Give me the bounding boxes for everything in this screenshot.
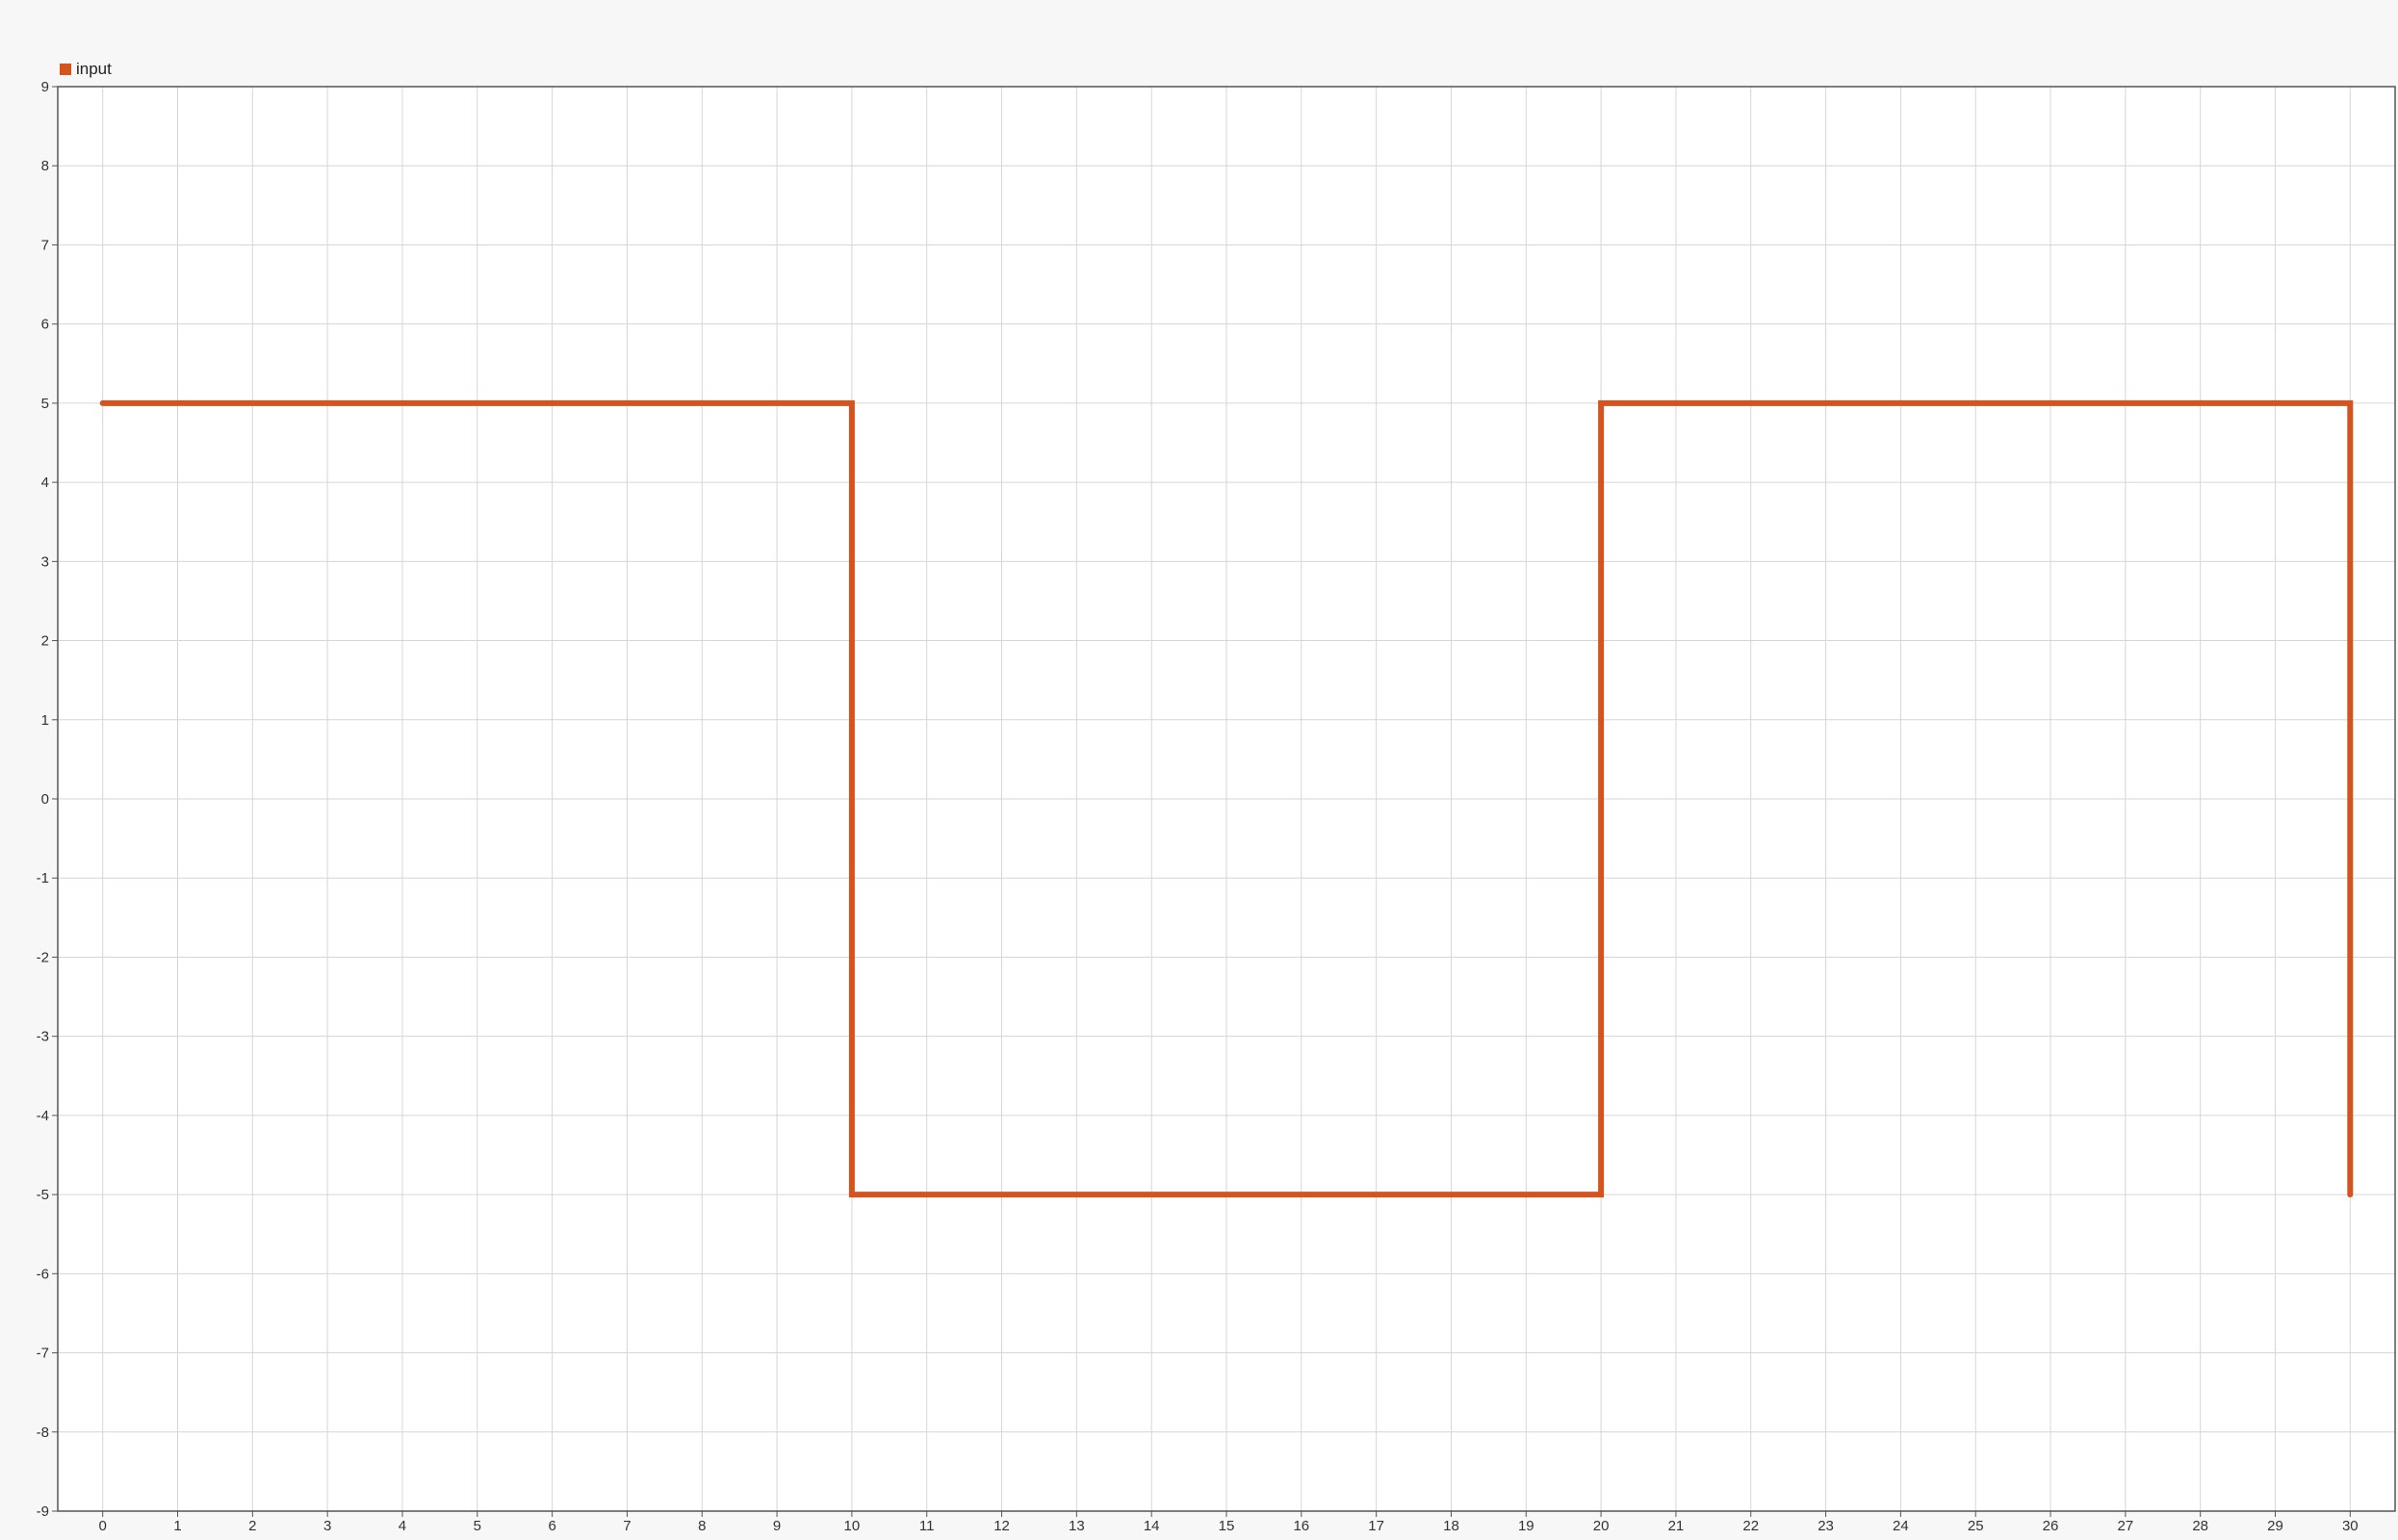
- x-tick-label: 0: [99, 1518, 107, 1534]
- x-tick-label: 30: [2342, 1518, 2359, 1534]
- y-tick-label: 5: [41, 396, 49, 412]
- x-tick-label: 22: [1742, 1518, 1759, 1534]
- x-tick-label: 21: [1668, 1518, 1685, 1534]
- y-tick-label: -8: [37, 1424, 49, 1441]
- x-tick-label: 17: [1368, 1518, 1384, 1534]
- x-tick-label: 16: [1293, 1518, 1309, 1534]
- x-tick-label: 12: [993, 1518, 1010, 1534]
- x-tick-label: 15: [1219, 1518, 1235, 1534]
- x-tick-label: 14: [1144, 1518, 1160, 1534]
- y-tick-label: 6: [41, 317, 49, 333]
- x-tick-label: 29: [2267, 1518, 2283, 1534]
- x-tick-label: 27: [2118, 1518, 2134, 1534]
- y-tick-label: -4: [37, 1108, 49, 1124]
- x-tick-label: 25: [1968, 1518, 1984, 1534]
- y-tick-label: -3: [37, 1029, 49, 1045]
- x-tick-label: 5: [474, 1518, 481, 1534]
- y-tick-label: -9: [37, 1503, 49, 1520]
- y-tick-label: 9: [41, 79, 49, 95]
- y-tick-label: 1: [41, 712, 49, 729]
- y-tick-label: 8: [41, 158, 49, 174]
- x-tick-label: 7: [623, 1518, 631, 1534]
- x-tick-label: 24: [1893, 1518, 1909, 1534]
- x-tick-label: 20: [1593, 1518, 1610, 1534]
- x-tick-label: 13: [1069, 1518, 1085, 1534]
- x-tick-label: 9: [773, 1518, 781, 1534]
- x-tick-label: 6: [548, 1518, 555, 1534]
- y-tick-label: -1: [37, 870, 49, 886]
- y-tick-label: -2: [37, 949, 49, 965]
- x-tick-label: 8: [698, 1518, 706, 1534]
- scope-window: input 0 1 2 3 4 5 6 7 8 9 10 11 12 13 14 15 16 17 18 19 20 21…: [0, 0, 2398, 1540]
- y-tick-label: -6: [37, 1266, 49, 1282]
- x-tick-label: 1: [173, 1518, 181, 1534]
- x-tick-label: 2: [248, 1518, 256, 1534]
- x-tick-label: 18: [1443, 1518, 1459, 1534]
- y-tick-label: 7: [41, 237, 49, 253]
- y-tick-label: -7: [37, 1346, 49, 1362]
- x-tick-label: 3: [323, 1518, 331, 1534]
- x-tick-label: 26: [2043, 1518, 2059, 1534]
- x-tick-label: 11: [919, 1518, 935, 1534]
- x-tick-label: 10: [844, 1518, 861, 1534]
- y-tick-label: 3: [41, 553, 49, 570]
- chart-canvas[interactable]: 0 1 2 3 4 5 6 7 8 9 10 11 12 13 14 15 16 17 18 19 20 21 22 23 24…: [0, 0, 2398, 1540]
- x-tick-label: 28: [2192, 1518, 2208, 1534]
- x-tick-label: 23: [1818, 1518, 1834, 1534]
- x-tick-label: 4: [399, 1518, 406, 1534]
- y-tick-label: -5: [37, 1187, 49, 1203]
- x-tick-label: 19: [1518, 1518, 1534, 1534]
- y-tick-label: 2: [41, 633, 49, 650]
- y-tick-label: 0: [41, 791, 49, 808]
- y-tick-label: 4: [41, 475, 49, 491]
